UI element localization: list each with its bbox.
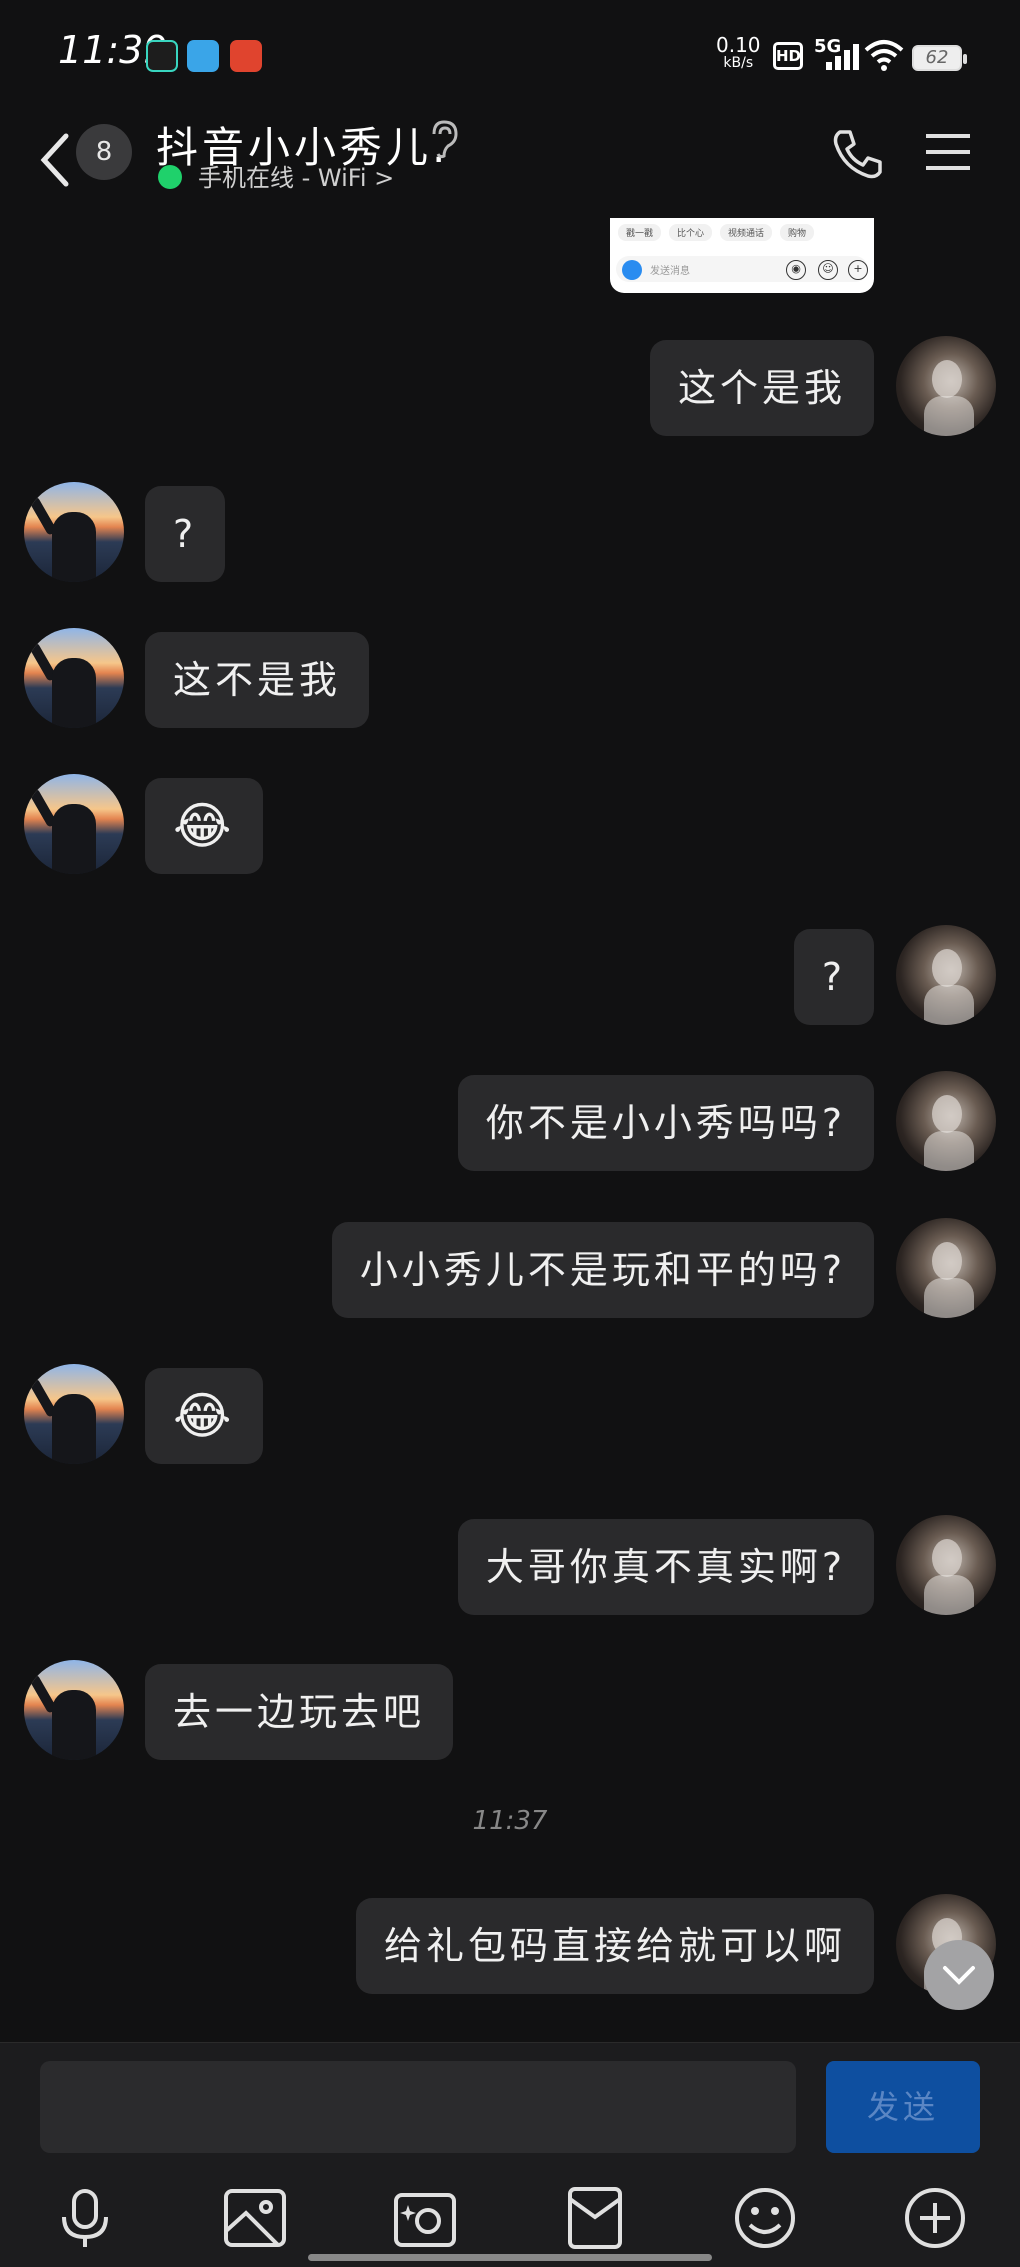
emoji-icon[interactable] xyxy=(730,2183,800,2253)
message-bubble-outgoing[interactable]: ? xyxy=(793,929,874,1025)
message-bubble-incoming[interactable]: 去一边玩去吧 xyxy=(145,1664,454,1760)
preview-chip: 视频通话 xyxy=(720,224,773,241)
message-bubble-outgoing[interactable]: 小小秀儿不是玩和平的吗? xyxy=(331,1222,874,1318)
chat-header: 8 抖音小小秀儿. 手机在线 - WiFi > xyxy=(0,110,1020,220)
home-indicator[interactable] xyxy=(308,2254,712,2261)
online-status-dot xyxy=(158,165,182,189)
my-avatar[interactable] xyxy=(896,1218,996,1318)
contact-avatar[interactable] xyxy=(24,1660,124,1760)
menu-icon[interactable] xyxy=(924,132,972,172)
my-avatar[interactable] xyxy=(896,925,996,1025)
message-bubble-incoming[interactable]: 😂 xyxy=(145,778,264,874)
plus-icon[interactable] xyxy=(900,2183,970,2253)
composer: 发送 xyxy=(0,2042,1020,2267)
preview-chip: 比个心 xyxy=(669,224,713,241)
image-icon[interactable] xyxy=(220,2183,290,2253)
telegram-icon xyxy=(187,40,219,72)
my-avatar[interactable] xyxy=(896,1515,996,1615)
cellular-signal-icon: 5G xyxy=(812,36,864,72)
hd-badge: HD xyxy=(773,42,803,70)
microphone-icon[interactable] xyxy=(50,2183,120,2253)
contact-avatar[interactable] xyxy=(24,482,124,582)
wifi-icon xyxy=(864,40,904,71)
message-bubble-outgoing[interactable]: 给礼包码直接给就可以啊 xyxy=(355,1898,874,1994)
contact-avatar[interactable] xyxy=(24,774,124,874)
send-button[interactable]: 发送 xyxy=(826,2061,980,2153)
net-speed-value: 0.10 xyxy=(716,33,761,57)
scroll-to-bottom-button[interactable] xyxy=(924,1940,994,2010)
message-input[interactable] xyxy=(40,2061,796,2153)
back-arrow-icon[interactable] xyxy=(36,130,76,190)
contact-avatar[interactable] xyxy=(24,1364,124,1464)
battery-icon: 62 xyxy=(912,45,967,71)
preview-placeholder: 发送消息 xyxy=(650,266,690,277)
online-status-text[interactable]: 手机在线 - WiFi > xyxy=(198,158,394,193)
phone-call-icon[interactable] xyxy=(830,126,886,182)
message-bubble-outgoing[interactable]: 这个是我 xyxy=(649,340,874,436)
net-speed-unit: kB/s xyxy=(723,55,754,71)
my-avatar[interactable] xyxy=(896,336,996,436)
preview-voice-icon: ◉ xyxy=(786,260,806,280)
contact-avatar[interactable] xyxy=(24,628,124,728)
message-bubble-incoming[interactable]: 😂 xyxy=(145,1368,264,1464)
chevron-down-icon xyxy=(943,1966,975,1985)
camera-icon[interactable] xyxy=(390,2183,460,2253)
message-bubble-outgoing[interactable]: 大哥你真不真实啊? xyxy=(457,1519,874,1615)
preview-plus-icon: + xyxy=(848,260,868,280)
unread-count-badge[interactable]: 8 xyxy=(76,124,132,180)
image-message-preview[interactable]: 戳一戳 比个心 视频通话 购物 发送消息 ◉ ☺ + xyxy=(610,218,874,293)
message-bubble-incoming[interactable]: 这不是我 xyxy=(145,632,370,728)
red-packet-icon[interactable] xyxy=(560,2183,630,2253)
message-bubble-outgoing[interactable]: 你不是小小秀吗吗? xyxy=(457,1075,874,1171)
message-bubble-incoming[interactable]: ? xyxy=(145,486,226,582)
preview-emoji-icon: ☺ xyxy=(818,260,838,280)
network-speed: 0.10 kB/s xyxy=(716,34,761,70)
preview-chip: 戳一戳 xyxy=(618,224,662,241)
app-notification-icon-2 xyxy=(230,40,262,72)
message-timestamp: 11:37 xyxy=(472,1806,548,1836)
ear-icon[interactable] xyxy=(426,118,462,160)
preview-chip: 购物 xyxy=(780,224,815,241)
preview-chips: 戳一戳 比个心 视频通话 购物 xyxy=(618,224,815,241)
app-notification-icon xyxy=(146,40,178,72)
status-bar: 11:39 0.10 kB/s HD 5G 62 xyxy=(0,0,1020,110)
preview-camera-icon xyxy=(622,260,642,280)
my-avatar[interactable] xyxy=(896,1071,996,1171)
